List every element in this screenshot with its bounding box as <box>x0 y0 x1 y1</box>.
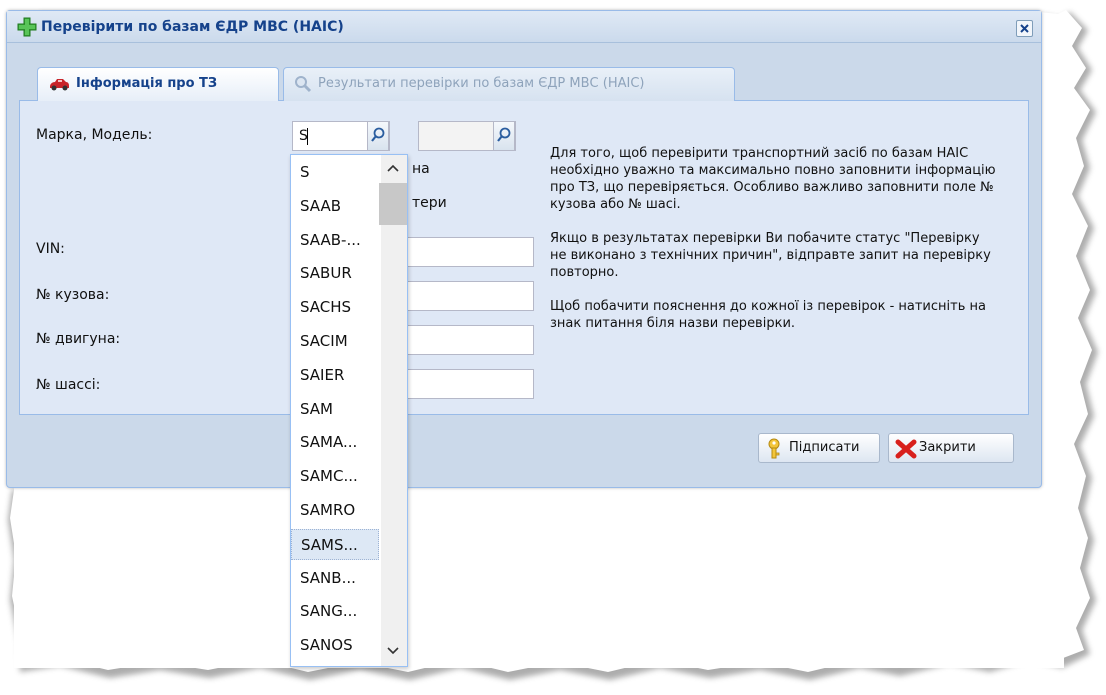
plus-icon <box>17 17 37 37</box>
magnifier-icon <box>497 127 511 142</box>
tab-vehicle-info[interactable]: Інформація про ТЗ <box>37 67 279 102</box>
dropdown-option[interactable]: SAMA... <box>291 427 379 458</box>
dialog-window: Перевірити по базам ЄДР МВС (НАІС) Інфор… <box>6 10 1042 488</box>
dropdown-option[interactable]: SAAB-... <box>291 225 379 256</box>
dropdown-option[interactable]: SAAB <box>291 191 379 222</box>
dropdown-option[interactable]: SANG... <box>291 596 379 627</box>
vehicle-info-panel: Марка, Модель: S на тери VIN: № кузова: … <box>19 101 1029 415</box>
dropdown-scrollbar[interactable] <box>381 155 407 666</box>
key-icon <box>768 438 780 459</box>
close-icon <box>1020 24 1029 33</box>
dropdown-option[interactable]: SANB... <box>291 563 379 594</box>
tab-check-results-label: Результати перевірки по базам ЄДР МВС (Н… <box>318 76 645 91</box>
checkbox-label-fragment-2: тери <box>412 195 447 211</box>
dropdown-option[interactable]: SACHS <box>291 292 379 323</box>
sign-button[interactable]: Підписати <box>758 433 880 463</box>
model-combobox[interactable] <box>418 121 516 151</box>
vin-label: VIN: <box>36 241 65 257</box>
dropdown-option[interactable]: S <box>291 157 379 188</box>
tab-bar: Інформація про ТЗ Результати перевірки п… <box>19 61 1029 102</box>
close-window-button[interactable] <box>1016 20 1033 37</box>
body-number-label: № кузова: <box>36 287 110 303</box>
dialog-title: Перевірити по базам ЄДР МВС (НАІС) <box>41 19 344 35</box>
close-button-label: Закрити <box>919 440 976 455</box>
chassis-number-input[interactable] <box>404 369 534 399</box>
dropdown-option[interactable]: SACIM <box>291 326 379 357</box>
body-number-input[interactable] <box>404 281 534 311</box>
help-paragraph-1: Для того, щоб перевірити транспортний за… <box>550 146 996 212</box>
chassis-number-label: № шассі: <box>36 377 101 393</box>
scroll-up-icon[interactable] <box>386 163 400 173</box>
make-model-label: Марка, Модель: <box>36 127 153 143</box>
car-icon <box>50 78 69 90</box>
tab-vehicle-info-label: Інформація про ТЗ <box>76 76 218 91</box>
sign-button-label: Підписати <box>789 440 860 455</box>
dropdown-option[interactable]: SAIER <box>291 360 379 391</box>
checkbox-label-fragment-1: на <box>412 161 430 177</box>
help-paragraph-3: Щоб побачити пояснення до кожної із пере… <box>550 299 986 331</box>
dropdown-option[interactable]: SABUR <box>291 258 379 289</box>
dropdown-scroll-thumb[interactable] <box>379 183 407 225</box>
make-autocomplete-list[interactable]: S SAAB SAAB-... SABUR SACHS SACIM SAIER SAM SAMA… <box>290 154 408 667</box>
help-paragraph-2: Якщо в результатах перевірки Ви побачите… <box>550 231 991 280</box>
model-search-trigger[interactable] <box>493 121 515 151</box>
text-cursor <box>307 128 308 145</box>
make-search-trigger[interactable] <box>367 121 389 151</box>
dropdown-option[interactable]: SAMRO <box>291 495 379 526</box>
tab-check-results[interactable]: Результати перевірки по базам ЄДР МВС (Н… <box>283 67 735 101</box>
engine-number-input[interactable] <box>404 325 534 355</box>
magnifier-icon <box>371 127 385 142</box>
close-button[interactable]: Закрити <box>888 433 1014 463</box>
engine-number-label: № двигуна: <box>36 331 121 347</box>
vin-input[interactable] <box>404 237 534 267</box>
dropdown-option[interactable]: SAMS... <box>291 528 379 560</box>
red-x-icon <box>895 439 917 459</box>
scroll-down-icon[interactable] <box>386 646 400 656</box>
dropdown-option[interactable]: SANOS <box>291 630 379 661</box>
dropdown-option[interactable]: SAMC... <box>291 461 379 492</box>
make-combobox[interactable]: S <box>292 121 390 151</box>
search-icon <box>295 75 312 92</box>
help-text: Для того, щоб перевірити транспортний за… <box>550 145 1000 349</box>
dialog-titlebar[interactable]: Перевірити по базам ЄДР МВС (НАІС) <box>7 11 1041 43</box>
dropdown-option[interactable]: SAM <box>291 394 379 425</box>
